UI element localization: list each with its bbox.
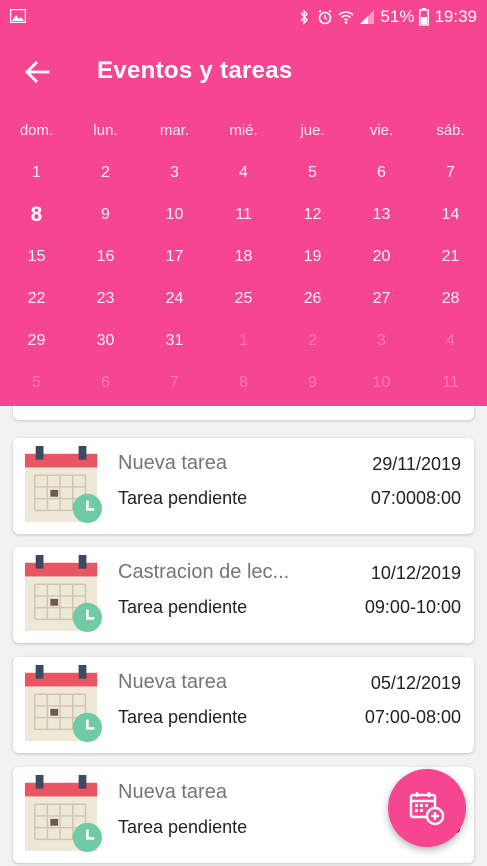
calendar-clock-icon [24, 554, 103, 633]
calendar-clock-icon [24, 664, 103, 743]
calendar-day[interactable]: 16 [71, 248, 140, 266]
toolbar: Eventos y tareas [0, 46, 487, 98]
bluetooth-icon [300, 9, 309, 25]
calendar-day[interactable]: 9 [71, 206, 140, 224]
calendar-day[interactable]: 5 [2, 374, 71, 392]
calendar-day[interactable]: 17 [140, 248, 209, 266]
calendar-day[interactable]: 12 [278, 206, 347, 224]
task-name: Castracion de lec... [118, 561, 290, 583]
task-card[interactable]: Nueva tarea Tarea pendiente 29/11/2019 0… [13, 438, 474, 534]
calendar-clock-icon [24, 445, 103, 524]
calendar-day[interactable]: 22 [2, 290, 71, 308]
calendar-week: 5 6 7 8 9 10 11 [2, 362, 485, 404]
weekday-label: sáb. [436, 121, 465, 139]
weekday-label: lun. [93, 121, 118, 139]
calendar-week: 22 23 24 25 26 27 28 [2, 278, 485, 320]
alarm-icon [318, 9, 332, 25]
wifi-icon [338, 11, 354, 24]
task-time: 07:0008:00 [370, 488, 461, 508]
signal-icon [360, 10, 375, 24]
calendar-week: 1234567 [2, 152, 485, 194]
calendar-day[interactable]: 2 [71, 164, 140, 182]
calendar-day[interactable]: 11 [416, 374, 485, 392]
task-status: Tarea pendiente [118, 817, 248, 837]
status-right: 51% 19:39 [296, 6, 477, 28]
calendar-day[interactable]: 31 [140, 332, 209, 350]
calendar-clock-icon [24, 774, 103, 853]
calendar-day[interactable]: 9 [278, 374, 347, 392]
task-name: Nueva tarea [118, 452, 227, 474]
calendar-add-icon [409, 792, 445, 826]
calendar-day[interactable]: 4 [416, 332, 485, 350]
calendar-day[interactable]: 18 [209, 248, 278, 266]
calendar-grid: 1 2 3 4 5 6 7 8 9 10 11 12 13 14 15 16 17 18 19 20 21 22 23 24 2… [2, 152, 485, 404]
calendar-week: 15 16 17 18 19 20 21 [2, 236, 485, 278]
calendar-day-today[interactable]: 8 [2, 203, 71, 227]
calendar-week: 8 9 10 11 12 13 14 [2, 194, 485, 236]
calendar-day[interactable]: 4 [209, 164, 278, 182]
calendar-day[interactable]: 10 [140, 206, 209, 224]
weekday-label: jue. [300, 121, 325, 139]
task-card[interactable]: Castracion de lec... Tarea pendiente 10/… [13, 547, 474, 643]
calendar-day[interactable]: 24 [140, 290, 209, 308]
weekday-label: mar. [159, 121, 190, 139]
calendar-day[interactable]: 6 [71, 374, 140, 392]
calendar-day[interactable]: 15 [2, 248, 71, 266]
calendar-day[interactable]: 8 [209, 374, 278, 392]
partial-task-card[interactable] [13, 406, 474, 420]
calendar-day[interactable]: 20 [347, 248, 416, 266]
weekday-label: dom. [19, 121, 54, 139]
calendar-day[interactable]: 19 [278, 248, 347, 266]
calendar-day[interactable]: 11 [209, 206, 278, 224]
calendar-day[interactable]: 30 [71, 332, 140, 350]
calendar-day[interactable]: 14 [416, 206, 485, 224]
month-calendar: dom. lun. mar. mié. jue. vie. sáb. 1 2 3 4 5 6 7 8 9 10… [2, 108, 485, 404]
calendar-day[interactable]: 21 [416, 248, 485, 266]
calendar-day[interactable]: 6 [347, 164, 416, 182]
calendar-day[interactable]: 5 [278, 164, 347, 182]
calendar-day[interactable]: 29 [2, 332, 71, 350]
clock: 19:39 [434, 7, 477, 26]
battery-icon [419, 8, 430, 26]
calendar-week: 29 30 31 1 2 3 4 [2, 320, 485, 362]
calendar-day[interactable]: 13 [347, 206, 416, 224]
task-date: 29/11/2019 [372, 454, 461, 474]
task-time: 07:00-08:00 [364, 707, 461, 727]
calendar-day[interactable]: 7 [416, 164, 485, 182]
add-event-button[interactable] [388, 769, 466, 847]
page-title: Eventos y tareas [97, 57, 293, 84]
calendar-day[interactable]: 3 [347, 332, 416, 350]
arrow-left-icon[interactable] [20, 54, 56, 90]
calendar-day[interactable]: 27 [347, 290, 416, 308]
task-date: 10/12/2019 [370, 563, 461, 583]
battery-percent: 51% [380, 7, 415, 26]
task-status: Tarea pendiente [118, 488, 248, 508]
status-bar: 51% 19:39 [0, 0, 487, 34]
task-name: Nueva tarea [118, 671, 227, 693]
app-header: 51% 19:39 Eventos y tareas dom. lun. mar. m… [0, 0, 487, 406]
task-time: 09:00-10:00 [364, 597, 461, 617]
calendar-day[interactable]: 3 [140, 164, 209, 182]
weekday-label: vie. [369, 121, 394, 139]
calendar-day[interactable]: 23 [71, 290, 140, 308]
calendar-day[interactable]: 26 [278, 290, 347, 308]
image-notification-icon [10, 9, 26, 23]
weekday-header: dom. lun. mar. mié. jue. vie. sáb. [2, 108, 485, 152]
calendar-day[interactable]: 1 [209, 332, 278, 350]
task-name: Nueva tarea [118, 781, 227, 803]
calendar-day[interactable]: 2 [278, 332, 347, 350]
task-card[interactable]: Nueva tarea Tarea pendiente 05/12/2019 0… [13, 657, 474, 753]
task-status: Tarea pendiente [118, 707, 248, 727]
calendar-day[interactable]: 1 [2, 164, 71, 182]
task-date: 05/12/2019 [370, 673, 461, 693]
task-status: Tarea pendiente [118, 597, 248, 617]
calendar-day[interactable]: 10 [347, 374, 416, 392]
calendar-day[interactable]: 28 [416, 290, 485, 308]
weekday-label: mié. [229, 121, 258, 139]
calendar-day[interactable]: 7 [140, 374, 209, 392]
calendar-day[interactable]: 25 [209, 290, 278, 308]
